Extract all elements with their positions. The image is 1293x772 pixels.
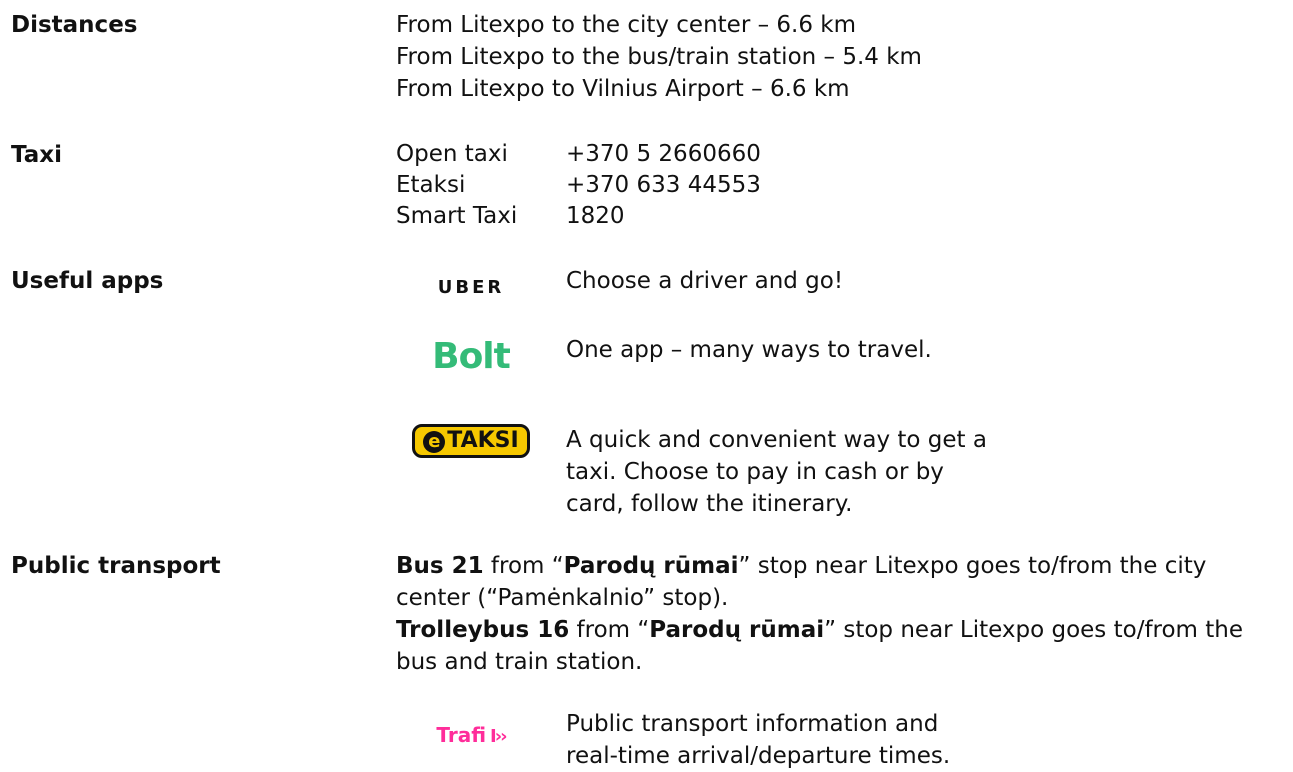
trolleybus-text-2: ” stop near Litexpo goes to/from the [824,617,1244,643]
etaksi-description-line: A quick and convenient way to get a [566,427,987,453]
distances-list: From Litexpo to the city center – 6.6 km… [396,9,922,105]
trolleybus-text-1: from “ [569,617,650,643]
trafi-description-line: Public transport information and [566,711,939,737]
bus-route: Bus 21 [396,553,484,579]
bus-21-line-2: center (“Pamėnkalnio” stop). [396,585,729,611]
etaksi-description: A quick and convenient way to get a taxi… [566,424,1036,520]
bus-text-2: ” stop near Litexpo goes to/from the cit… [738,553,1207,579]
distance-city-center: From Litexpo to the city center – 6.6 km [396,12,857,38]
bolt-description: One app – many ways to travel. [566,337,932,363]
trafi-description: Public transport information and real-ti… [566,708,1036,772]
taxi-phone-open-taxi[interactable]: +370 5 2660660 [566,139,761,170]
uber-description: Choose a driver and go! [566,268,844,294]
etaksi-description-line: taxi. Choose to pay in cash or by [566,459,944,485]
trafi-logo-text: Trafi [436,723,487,747]
distance-airport: From Litexpo to Vilnius Airport – 6.6 km [396,76,850,102]
taxi-name-smart-taxi: Smart Taxi [396,203,518,229]
taxi-name-etaksi: Etaksi [396,172,466,198]
trolleybus-route: Trolleybus 16 [396,617,570,643]
public-transport-info: Bus 21 from “Parodų rūmai” stop near Lit… [396,550,1276,678]
bus-stop-name: Parodų rūmai [563,553,739,579]
taxi-name-open-taxi: Open taxi [396,141,508,167]
trafi-logo-icon[interactable]: Trafi I›› [396,722,546,748]
distances-heading: Distances [11,12,138,38]
etaksi-logo-mark: e [423,431,446,453]
trolleybus-16-line: Trolleybus 16 from “Parodų rūmai” stop n… [396,614,1276,646]
taxi-heading: Taxi [11,142,62,168]
taxi-phone-etaksi[interactable]: +370 633 44553 [566,170,761,201]
taxi-phone-smart-taxi[interactable]: 1820 [566,201,761,232]
etaksi-logo-icon[interactable]: e TAKSI [396,424,546,458]
public-transport-heading: Public transport [11,553,221,579]
bus-21-line: Bus 21 from “Parodų rūmai” stop near Lit… [396,550,1276,582]
etaksi-logo-badge: e TAKSI [412,424,530,458]
trolleybus-stop-name: Parodų rūmai [649,617,825,643]
useful-apps-heading: Useful apps [11,268,164,294]
taxi-list: Open taxi +370 5 2660660 Etaksi +370 633… [396,139,761,232]
bolt-logo-icon[interactable]: Bolt [396,336,546,377]
bus-text-1: from “ [483,553,564,579]
distance-bus-train-station: From Litexpo to the bus/train station – … [396,44,922,70]
etaksi-logo-text: TAKSI [447,428,519,453]
etaksi-description-line: card, follow the itinerary. [566,491,853,517]
uber-logo-text: UBER [437,277,505,298]
trafi-description-line: real-time arrival/departure times. [566,743,951,769]
uber-logo-icon[interactable]: UBER [396,273,546,299]
trafi-arrow-icon: I›› [490,726,507,747]
trolleybus-16-line-2: bus and train station. [396,649,643,675]
bolt-logo-text: Bolt [432,336,511,377]
